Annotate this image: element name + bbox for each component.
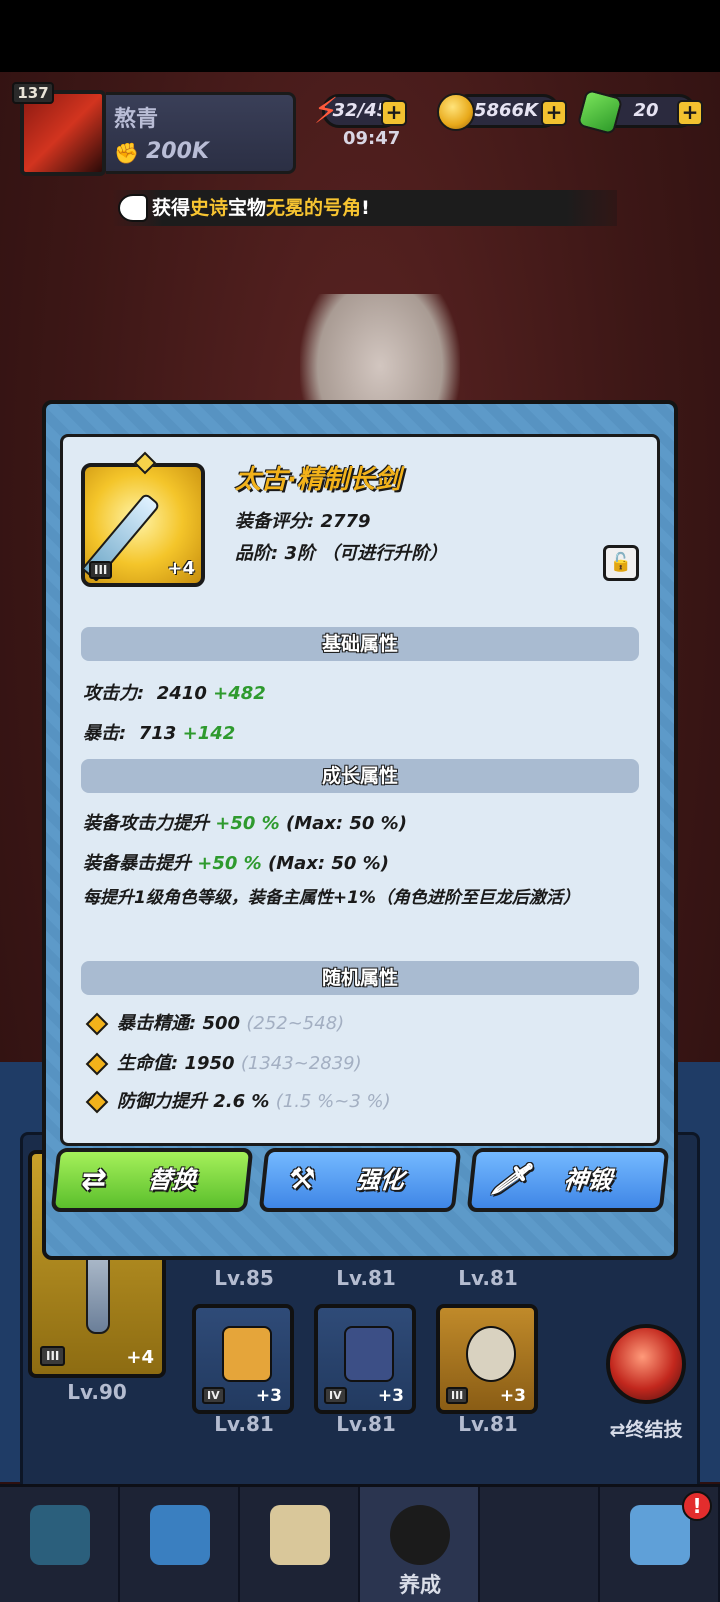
item-score-value: 2779: [320, 511, 371, 532]
notice-rarity: 史诗: [190, 197, 229, 219]
diamond-bullet-icon: [85, 1052, 109, 1076]
gem-counter: 20 +: [576, 88, 703, 136]
shop-icon: [630, 1505, 690, 1565]
nav-tab-empty[interactable]: [480, 1487, 600, 1602]
lock-icon: 🔓: [609, 552, 633, 573]
main-weapon-level: Lv.90: [67, 1380, 127, 1404]
grade-badge: IV: [324, 1387, 347, 1404]
character-icon: [390, 1505, 450, 1565]
slot-level: Lv.81: [336, 1266, 396, 1290]
item-score: 装备评分: 2779: [235, 511, 371, 532]
diamond-bullet-icon: [85, 1012, 109, 1036]
slot-level: Lv.85: [214, 1266, 274, 1290]
section-growth-stats: 成长属性: [81, 759, 639, 793]
megaphone-icon: [118, 194, 148, 222]
hammer-icon: ⚒: [286, 1162, 318, 1197]
enhance-level: +3: [255, 1386, 282, 1406]
enhance-level: +4: [167, 558, 195, 579]
stat-row: 防御力提升 2.6 % (1.5 %~3 %): [83, 1087, 391, 1114]
enhance-level: +3: [377, 1386, 404, 1406]
divine-forge-button[interactable]: 🗡 神锻: [466, 1148, 670, 1212]
nav-tab-shop[interactable]: !: [600, 1487, 720, 1602]
enhance-level: +4: [126, 1347, 154, 1368]
notice-middle: 宝物: [228, 197, 267, 219]
lightning-icon: ⚡: [313, 91, 339, 132]
swap-icon: ⇄: [609, 1419, 626, 1441]
item-grade: 品阶: 3阶 （可进行升阶）: [235, 543, 448, 564]
add-gold-button[interactable]: +: [541, 100, 567, 126]
gem-icon: [576, 88, 624, 136]
stat-row: 攻击力: 2410 +482: [83, 683, 266, 704]
lock-toggle-button[interactable]: 🔓: [603, 545, 639, 581]
enhance-level: +3: [499, 1386, 526, 1406]
replace-button[interactable]: ⇄ 替换: [50, 1148, 254, 1212]
notice-prefix: 获得: [152, 197, 191, 219]
slot-level: Lv.81: [214, 1412, 274, 1436]
stat-row: 装备攻击力提升 +50 % (Max: 50 %): [83, 813, 407, 834]
bottom-navigation: 养成 !: [0, 1484, 720, 1602]
stat-row: 生命值: 1950 (1343~2839): [83, 1049, 362, 1076]
armor-slot[interactable]: IV +3: [314, 1304, 416, 1414]
energy-timer: 09:47: [343, 128, 401, 149]
add-energy-button[interactable]: +: [381, 100, 407, 126]
gem-value: 20: [633, 100, 659, 121]
grade-badge: III: [446, 1387, 469, 1404]
item-detail-card: III +4 太古·精制长剑 装备评分: 2779 品阶: 3阶 （可进行升阶）…: [60, 434, 660, 1146]
alert-badge: !: [682, 1491, 712, 1521]
crystal-icon: [30, 1505, 90, 1565]
nav-label-develop: 养成: [399, 1573, 441, 1597]
armor-icon: [344, 1326, 394, 1382]
notice-suffix: !: [361, 197, 370, 219]
enhance-button[interactable]: ⚒ 强化: [258, 1148, 462, 1212]
item-name: 太古·精制长剑: [235, 465, 401, 495]
diamond-bullet-icon: [85, 1090, 109, 1114]
slot-level: Lv.81: [458, 1412, 518, 1436]
item-icon-frame: III +4: [81, 451, 205, 587]
dagger-icon: 🗡: [489, 1162, 531, 1197]
slot-level: Lv.81: [458, 1266, 518, 1290]
quality-diamond-icon: [133, 451, 157, 475]
combat-power: 200K: [146, 139, 209, 164]
stat-row: 暴击: 713 +142: [83, 723, 236, 744]
gauntlet-icon: [222, 1326, 272, 1382]
swap-arrows-icon: ⇄: [79, 1162, 109, 1197]
grade-badge: III: [40, 1346, 66, 1366]
ultimate-skill-label[interactable]: ⇄终结技: [596, 1414, 696, 1446]
notice-item: 无冕的号角: [266, 197, 362, 219]
map-icon: [270, 1505, 330, 1565]
slot-level: Lv.81: [336, 1412, 396, 1436]
grade-badge: IV: [202, 1387, 225, 1404]
upgrade-card-icon: [150, 1505, 210, 1565]
player-level-badge: 137: [12, 82, 54, 104]
item-grade-value: 3阶 （可进行升阶）: [284, 543, 448, 564]
fist-icon: ✊: [114, 141, 139, 165]
ultimate-skill-icon: [606, 1324, 686, 1404]
stat-row: 装备暴击提升 +50 % (Max: 50 %): [83, 853, 389, 874]
gloves-slot[interactable]: IV +3: [192, 1304, 294, 1414]
nav-tab-hero[interactable]: [0, 1487, 120, 1602]
grade-badge: III: [89, 561, 113, 579]
section-random-stats: 随机属性: [81, 961, 639, 995]
necklace-icon: [466, 1326, 516, 1382]
energy-counter: ⚡ 32/45 +: [313, 93, 407, 131]
player-info-bar[interactable]: 熬青 ✊ 200K: [106, 92, 296, 174]
section-base-stats: 基础属性: [81, 627, 639, 661]
growth-note: 每提升1级角色等级，装备主属性+1%（角色进阶至巨龙后激活）: [83, 888, 580, 908]
nav-tab-develop[interactable]: 养成: [360, 1487, 480, 1602]
nav-tab-map[interactable]: [240, 1487, 360, 1602]
coin-icon: [437, 93, 475, 131]
item-detail-modal: III +4 太古·精制长剑 装备评分: 2779 品阶: 3阶 （可进行升阶）…: [42, 400, 678, 1260]
add-gem-button[interactable]: +: [677, 100, 703, 126]
stat-row: 暴击精通: 500 (252~548): [83, 1009, 344, 1036]
gold-counter: 5866K +: [437, 93, 567, 131]
necklace-slot[interactable]: III +3: [436, 1304, 538, 1414]
nav-tab-upgrade[interactable]: [120, 1487, 240, 1602]
gold-value: 5866K: [473, 100, 539, 121]
player-name: 熬青: [114, 107, 159, 132]
announcement-banner: 获得史诗宝物无冕的号角!: [112, 190, 617, 226]
